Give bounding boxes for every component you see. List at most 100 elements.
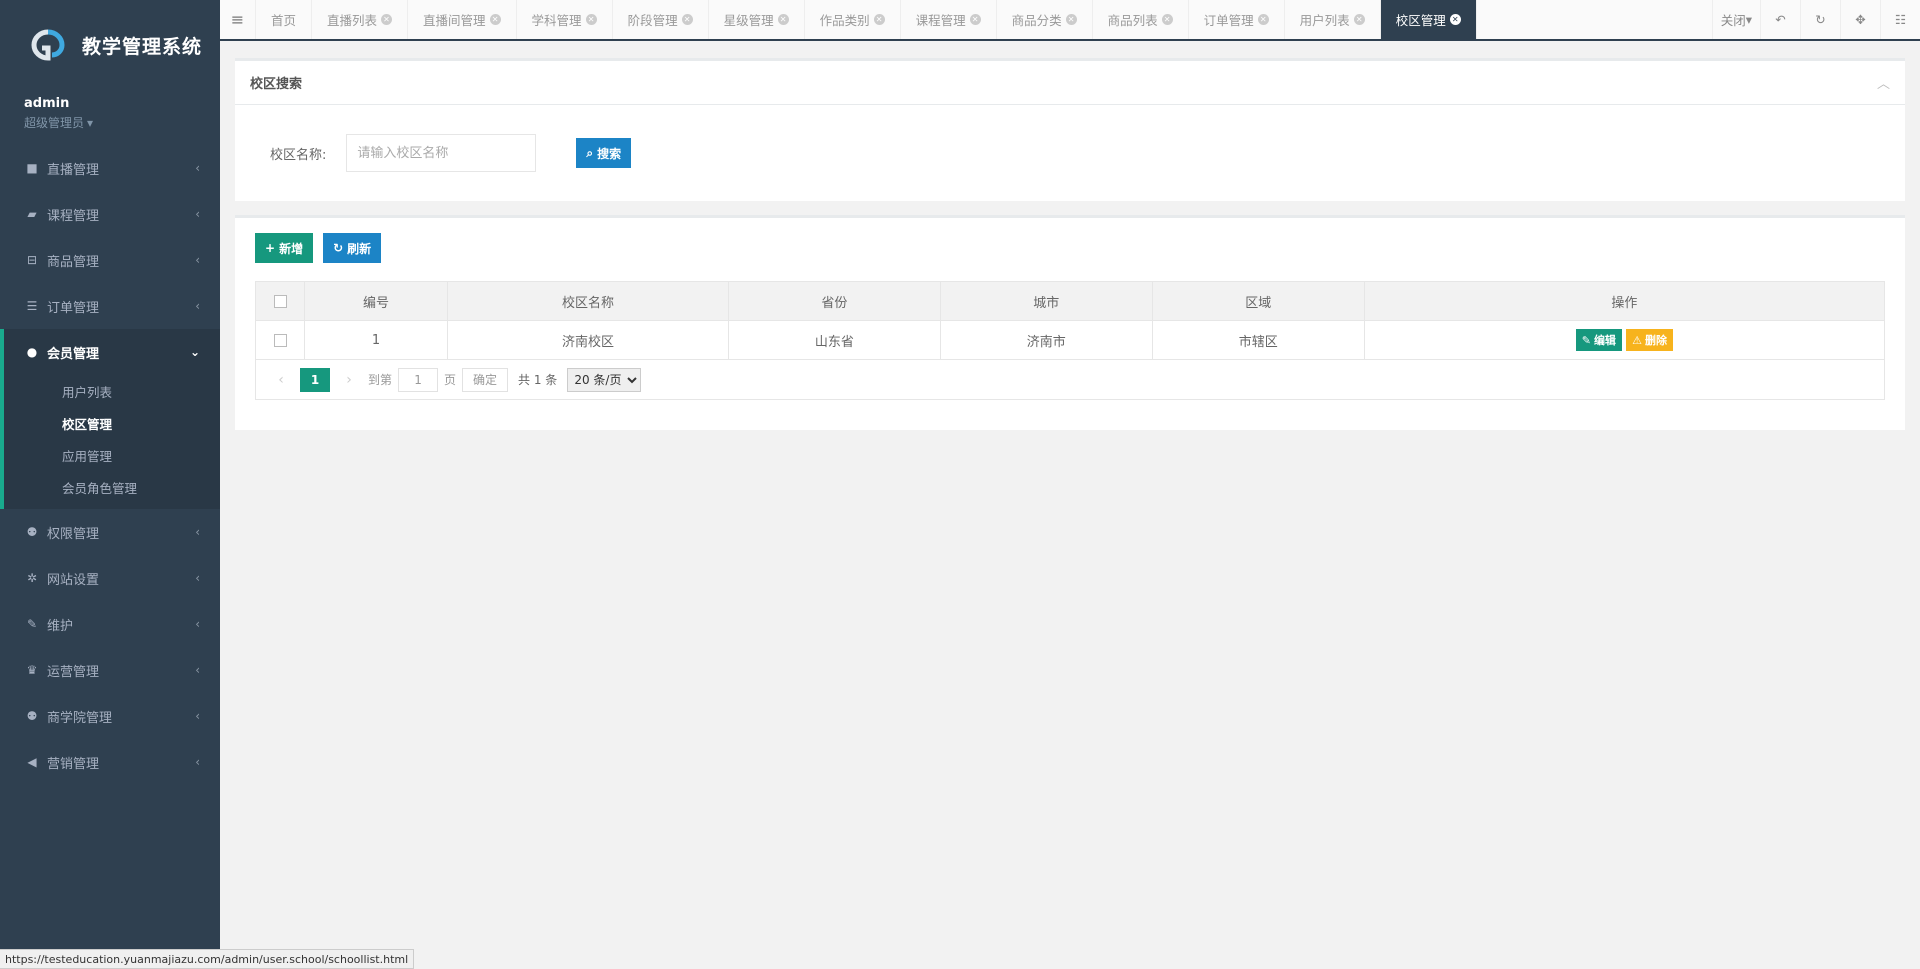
user-role-dropdown[interactable]: 超级管理员 ▾ [24, 114, 93, 131]
close-icon[interactable]: ✕ [1161, 14, 1173, 25]
submenu-item-campus[interactable]: 校区管理 [4, 407, 220, 439]
reply-icon: ↶ [1775, 12, 1786, 27]
sidebar-item-order[interactable]: ☰ 订单管理 ‹ [0, 283, 220, 329]
nav-group-permission: ⚉ 权限管理 ‹ [0, 509, 220, 555]
next-page-button[interactable]: › [336, 372, 362, 388]
page-number-current[interactable]: 1 [300, 367, 330, 392]
sidebar-item-marketing[interactable]: ◀ 营销管理 ‹ [0, 739, 220, 785]
sidebar-item-maintain[interactable]: ✎ 维护 ‹ [0, 601, 220, 647]
search-panel: 校区搜索 ︿ 校区名称: ⌕ 搜索 [235, 58, 1905, 201]
tasks-icon: ☷ [1894, 12, 1907, 27]
logo[interactable]: 教学管理系统 [0, 0, 220, 90]
tab-star[interactable]: 星级管理 ✕ [709, 0, 805, 39]
book-icon: ▰ [27, 207, 37, 221]
close-icon[interactable]: ✕ [1065, 14, 1077, 25]
sidebar-item-course[interactable]: ▰ 课程管理 ‹ [0, 191, 220, 237]
sidebar-item-operation[interactable]: ♛ 运营管理 ‹ [0, 647, 220, 693]
column-header[interactable]: 省份 [727, 281, 941, 321]
tab-campus[interactable]: 校区管理 ✕ [1380, 0, 1477, 39]
caret-down-icon: ▾ [1745, 12, 1752, 27]
search-form: 校区名称: ⌕ 搜索 [235, 105, 1905, 201]
edit-button[interactable]: ✎ 编辑 [1575, 329, 1622, 351]
prev-page-button[interactable]: ‹ [268, 372, 294, 388]
tab-course[interactable]: 课程管理 ✕ [901, 0, 997, 39]
column-header[interactable]: 校区名称 [447, 281, 729, 321]
menu-toggle-button[interactable]: ≡ [220, 0, 256, 39]
campus-table: 编号 校区名称 省份 城市 区域 操作 1 济南校区 山东省 济南市 市辖区 ✎… [255, 281, 1886, 360]
sidebar-item-live[interactable]: ■ 直播管理 ‹ [0, 145, 220, 191]
close-icon[interactable]: ✕ [681, 14, 693, 25]
row-checkbox[interactable] [273, 333, 287, 347]
sidebar-nav: ■ 直播管理 ‹ ▰ 课程管理 ‹ ⊟ 商品管理 ‹ ☰ 订单管理 ‹ ● 会员… [0, 145, 220, 785]
close-icon[interactable]: ✕ [381, 14, 393, 25]
cell-actions: ✎ 编辑 ⚠ 删除 [1363, 320, 1886, 360]
hamburger-icon: ≡ [230, 10, 245, 29]
tab-home[interactable]: 首页 [256, 0, 313, 39]
close-icon[interactable]: ✕ [1257, 14, 1269, 25]
refresh-icon: ↻ [1815, 12, 1826, 27]
tab-work-category[interactable]: 作品类别 ✕ [805, 0, 901, 39]
settings-button[interactable]: ☷ [1880, 0, 1920, 39]
back-button[interactable]: ↶ [1760, 0, 1800, 39]
close-icon[interactable]: ✕ [1353, 14, 1365, 25]
close-icon[interactable]: ✕ [873, 14, 885, 25]
search-panel-title: 校区搜索 [250, 77, 303, 92]
delete-button[interactable]: ⚠ 删除 [1626, 329, 1673, 351]
warning-icon: ⚠ [1632, 333, 1642, 347]
goto-page-input[interactable] [398, 367, 439, 392]
chevron-left-icon: ‹ [195, 525, 200, 539]
close-icon[interactable]: ✕ [969, 14, 981, 25]
tab-order[interactable]: 订单管理 ✕ [1189, 0, 1285, 39]
close-icon[interactable]: ✕ [489, 14, 501, 25]
submenu-item-member-role[interactable]: 会员角色管理 [4, 471, 220, 503]
campus-name-input[interactable] [346, 134, 537, 172]
column-header[interactable]: 编号 [303, 281, 449, 321]
tab-subject[interactable]: 学科管理 ✕ [517, 0, 613, 39]
goto-confirm-button[interactable]: 确定 [462, 367, 509, 392]
user-icon: ● [26, 345, 38, 359]
column-header[interactable]: 城市 [939, 281, 1153, 321]
app-title: 教学管理系统 [82, 35, 203, 58]
tab-stage[interactable]: 阶段管理 ✕ [613, 0, 709, 39]
close-icon[interactable]: ✕ [585, 14, 597, 25]
member-submenu: 用户列表 校区管理 应用管理 会员角色管理 [4, 375, 220, 509]
pencil-icon: ✎ [1581, 333, 1591, 347]
tab-live-list[interactable]: 直播列表 ✕ [312, 0, 409, 39]
chevron-up-icon[interactable]: ︿ [1877, 73, 1890, 92]
caret-down-icon: ▾ [87, 115, 94, 130]
close-icon[interactable]: ✕ [777, 14, 789, 25]
nav-group-marketing: ◀ 营销管理 ‹ [0, 739, 220, 785]
tab-goods-category[interactable]: 商品分类 ✕ [997, 0, 1093, 39]
tab-goods-list[interactable]: 商品列表 ✕ [1093, 0, 1189, 39]
search-button[interactable]: ⌕ 搜索 [576, 138, 632, 168]
sidebar-item-business-school[interactable]: ⚉ 商学院管理 ‹ [0, 693, 220, 739]
column-header[interactable]: 区域 [1151, 281, 1365, 321]
submenu-item-user-list[interactable]: 用户列表 [4, 375, 220, 407]
arrows-icon: ✥ [1855, 12, 1866, 27]
list-panel: + 新增 ↻ 刷新 编号 校区名称 省份 城市 区域 操作 1 济南校区 山东省… [235, 215, 1905, 430]
sidebar-item-permission[interactable]: ⚉ 权限管理 ‹ [0, 509, 220, 555]
sidebar-item-member[interactable]: ● 会员管理 ⌄ [4, 329, 220, 375]
search-panel-header: 校区搜索 ︿ [235, 61, 1905, 105]
tab-user-list[interactable]: 用户列表 ✕ [1285, 0, 1381, 39]
tab-live-room[interactable]: 直播间管理 ✕ [408, 0, 517, 39]
cell-district: 市辖区 [1151, 320, 1365, 360]
cell-city: 济南市 [939, 320, 1153, 360]
close-tabs-dropdown[interactable]: 关闭 ▾ [1711, 0, 1760, 39]
add-button[interactable]: + 新增 [255, 233, 314, 263]
fullscreen-button[interactable]: ✥ [1840, 0, 1880, 39]
refresh-button[interactable]: ↻ 刷新 [323, 233, 382, 263]
nav-group-member: ● 会员管理 ⌄ 用户列表 校区管理 应用管理 会员角色管理 [0, 329, 220, 509]
select-all-checkbox[interactable] [273, 294, 287, 308]
submenu-item-app[interactable]: 应用管理 [4, 439, 220, 471]
sidebar-item-site[interactable]: ✲ 网站设置 ‹ [0, 555, 220, 601]
cell-province: 山东省 [727, 320, 941, 360]
page-size-select[interactable]: 20 条/页 [567, 367, 642, 392]
refresh-page-button[interactable]: ↻ [1800, 0, 1840, 39]
nav-group-site: ✲ 网站设置 ‹ [0, 555, 220, 601]
close-icon[interactable]: ✕ [1449, 14, 1461, 25]
sidebar-item-goods[interactable]: ⊟ 商品管理 ‹ [0, 237, 220, 283]
user-name: admin [24, 96, 70, 111]
nav-group-maintain: ✎ 维护 ‹ [0, 601, 220, 647]
list-icon: ☰ [26, 299, 38, 313]
